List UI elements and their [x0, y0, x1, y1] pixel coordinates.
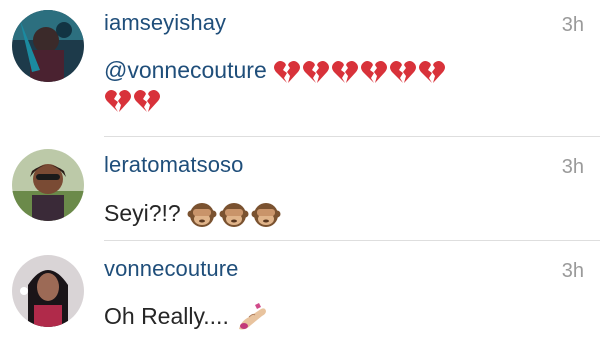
nail-polish-icon [239, 303, 267, 330]
emoji-group [104, 88, 162, 114]
comment-text-content: Seyi?!? [104, 200, 181, 226]
avatar[interactable] [12, 255, 84, 327]
comment-item: iamseyishay 3h @vonnecouture [0, 0, 600, 137]
broken-heart-icon [390, 60, 417, 83]
comment-item: leratomatsoso 3h Seyi?!? [0, 137, 600, 241]
mention-link[interactable]: @vonnecouture [104, 57, 267, 83]
comment-text-content: Oh Really.... [104, 303, 229, 330]
comment-text: Seyi?!? [104, 198, 283, 230]
see-no-evil-monkey-icon [251, 202, 281, 227]
timestamp: 3h [561, 14, 584, 36]
username-link[interactable]: leratomatsoso [104, 152, 243, 178]
broken-heart-icon [274, 60, 301, 83]
username-link[interactable]: vonnecouture [104, 256, 239, 282]
timestamp: 3h [561, 260, 584, 282]
broken-heart-icon [134, 90, 160, 112]
emoji-group [187, 200, 283, 227]
avatar[interactable] [12, 149, 84, 221]
emoji-group [235, 303, 269, 330]
avatar[interactable] [12, 10, 84, 82]
avatar-image [12, 149, 84, 221]
comment-item: vonnecouture 3h Oh Really.... [0, 241, 600, 341]
avatar-image [12, 10, 84, 82]
broken-heart-icon [361, 60, 388, 83]
broken-heart-icon [303, 60, 330, 83]
broken-heart-icon [105, 90, 131, 112]
timestamp: 3h [561, 156, 584, 178]
avatar-image [12, 255, 84, 327]
emoji-group [273, 57, 447, 83]
broken-heart-icon [332, 60, 359, 83]
username-link[interactable]: iamseyishay [104, 10, 226, 36]
see-no-evil-monkey-icon [187, 202, 217, 227]
comment-text: Oh Really.... [104, 301, 269, 335]
comment-text: @vonnecouture [104, 55, 447, 85]
see-no-evil-monkey-icon [219, 202, 249, 227]
broken-heart-icon [419, 60, 446, 83]
